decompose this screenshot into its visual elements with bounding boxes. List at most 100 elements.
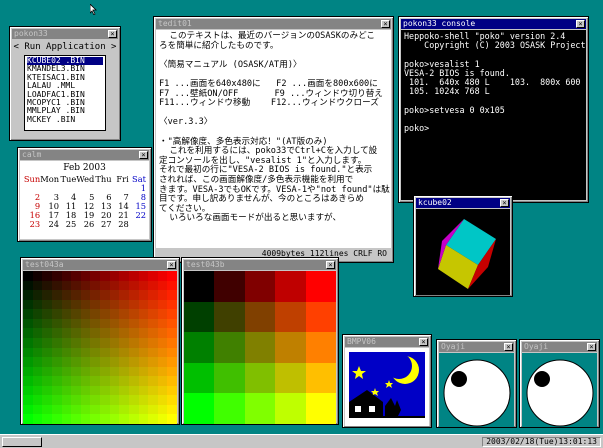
close-button[interactable]: × xyxy=(381,20,390,28)
palette-cell xyxy=(51,414,62,424)
palette-cell xyxy=(32,299,43,310)
palette-cell xyxy=(109,414,120,424)
tedit-titlebar[interactable]: tedit01 × xyxy=(156,19,391,29)
application-list[interactable]: KCUBE02 .BIN KMANDEL3.BIN KTEISAC1.BIN L… xyxy=(24,55,106,131)
palette-cell xyxy=(32,385,43,396)
palette-cell xyxy=(80,299,91,310)
palette-cell xyxy=(32,290,43,300)
palette-cell xyxy=(90,414,100,424)
calendar-window[interactable]: calm × Feb 2003 Sun Mon Tue Wed Thu Fri Sat 1 2 3… xyxy=(17,147,152,242)
start-button[interactable] xyxy=(2,437,42,447)
palette-cell xyxy=(23,290,33,300)
palette-cell xyxy=(61,271,72,281)
text-line: poko> xyxy=(404,123,430,134)
palette-cell xyxy=(71,385,81,396)
test043a-window[interactable]: test043a × xyxy=(20,257,180,425)
palette-cell xyxy=(109,299,120,310)
palette-cell xyxy=(71,414,81,424)
palette-cell xyxy=(42,404,52,415)
palette-cell xyxy=(119,337,129,348)
bmpv06-titlebar[interactable]: BMPV06 × xyxy=(345,337,429,347)
palette-cell xyxy=(244,301,276,333)
palette-cell xyxy=(71,309,81,319)
palette-cell xyxy=(167,376,177,386)
palette-cell xyxy=(157,299,168,310)
palette-cell xyxy=(71,280,81,291)
close-button[interactable]: × xyxy=(108,30,117,38)
kcube-titlebar[interactable]: kcube02 × xyxy=(416,198,510,208)
console-window[interactable]: pokon33 console × Heppoko-shell "poko" v… xyxy=(398,16,589,203)
test043b-window[interactable]: test043b × xyxy=(181,257,339,425)
palette-cell xyxy=(80,357,91,367)
palette-cell xyxy=(119,366,129,377)
close-button[interactable]: × xyxy=(504,343,513,351)
palette-cell xyxy=(71,328,81,338)
palette-cell xyxy=(80,414,91,424)
window-title: pokon33 console xyxy=(403,19,476,28)
calendar-day[interactable]: 27 xyxy=(94,220,112,229)
palette-cell xyxy=(138,376,149,386)
close-button[interactable]: × xyxy=(419,338,428,346)
palette-cell xyxy=(148,280,158,291)
calendar-day[interactable]: 22 xyxy=(129,211,146,220)
palette-cell xyxy=(128,347,139,358)
close-button[interactable]: × xyxy=(587,343,596,351)
close-button[interactable]: × xyxy=(139,151,148,159)
palette-cell xyxy=(119,357,129,367)
palette-cell xyxy=(51,290,62,300)
palette-cell xyxy=(138,347,149,358)
palette-cell xyxy=(109,280,120,291)
console-output[interactable]: Heppoko-shell "poko" version 2.4 Copyrig… xyxy=(401,30,586,200)
tedit-window[interactable]: tedit01 × このテキストは、最近のバージョンのOSASKのみどこ ろを簡単… xyxy=(153,16,394,263)
palette-cell xyxy=(61,280,72,291)
close-button[interactable]: × xyxy=(167,261,176,269)
text-editor-area[interactable]: このテキストは、最近のバージョンのOSASKのみどこ ろを簡単に紹介したものです。… xyxy=(156,30,391,248)
close-button[interactable]: × xyxy=(500,199,509,207)
palette-cell xyxy=(128,337,139,348)
palette-cell xyxy=(157,280,168,291)
test043b-titlebar[interactable]: test043b × xyxy=(184,260,336,270)
palette-cell xyxy=(42,347,52,358)
window-title: tedit01 xyxy=(158,19,192,28)
palette-cell xyxy=(51,357,62,367)
calendar-day[interactable] xyxy=(129,220,146,229)
oyaji-titlebar[interactable]: Oyaji × xyxy=(522,342,597,352)
palette-cell xyxy=(109,290,120,300)
palette-cell xyxy=(305,301,336,333)
calendar-day[interactable]: 28 xyxy=(112,220,129,229)
close-button[interactable]: × xyxy=(576,20,585,28)
palette-cell xyxy=(157,271,168,281)
oyaji-window[interactable]: Oyaji × xyxy=(436,339,517,428)
palette-cell xyxy=(42,337,52,348)
list-item[interactable]: MCKEY .BIN xyxy=(27,115,103,124)
pokon33-titlebar[interactable]: pokon33 × xyxy=(12,29,118,39)
palette-cell xyxy=(80,376,91,386)
palette-cell xyxy=(32,337,43,348)
calendar-day[interactable]: 26 xyxy=(76,220,95,229)
palette-cell xyxy=(148,357,158,367)
palette-cell xyxy=(138,290,149,300)
calendar-day[interactable]: 24 xyxy=(40,220,59,229)
calendar-titlebar[interactable]: calm × xyxy=(20,150,149,160)
palette-cell xyxy=(167,328,177,338)
palette-cell xyxy=(100,318,110,329)
oyaji-window[interactable]: Oyaji × xyxy=(519,339,600,428)
palette-cell xyxy=(148,376,158,386)
oyaji-titlebar[interactable]: Oyaji × xyxy=(439,342,514,352)
palette-cell xyxy=(90,395,100,405)
calendar-day[interactable]: 25 xyxy=(59,220,77,229)
palette-cell xyxy=(90,299,100,310)
text-line: 105. 1024x 768 L xyxy=(404,86,490,97)
close-button[interactable]: × xyxy=(326,261,335,269)
console-titlebar[interactable]: pokon33 console × xyxy=(401,19,586,29)
pokon33-window[interactable]: pokon33 × < Run Application > KCUBE02 .B… xyxy=(9,26,121,141)
kcube-window[interactable]: kcube02 × xyxy=(413,195,513,297)
palette-cell xyxy=(100,290,110,300)
bmpv06-window[interactable]: BMPV06 × xyxy=(342,334,432,428)
palette-cell xyxy=(51,280,62,291)
window-title: Oyaji xyxy=(524,342,549,351)
test043a-titlebar[interactable]: test043a × xyxy=(23,260,177,270)
palette-cell xyxy=(23,414,33,424)
calendar-day[interactable]: 23 xyxy=(23,220,41,229)
palette-cell xyxy=(275,393,306,424)
